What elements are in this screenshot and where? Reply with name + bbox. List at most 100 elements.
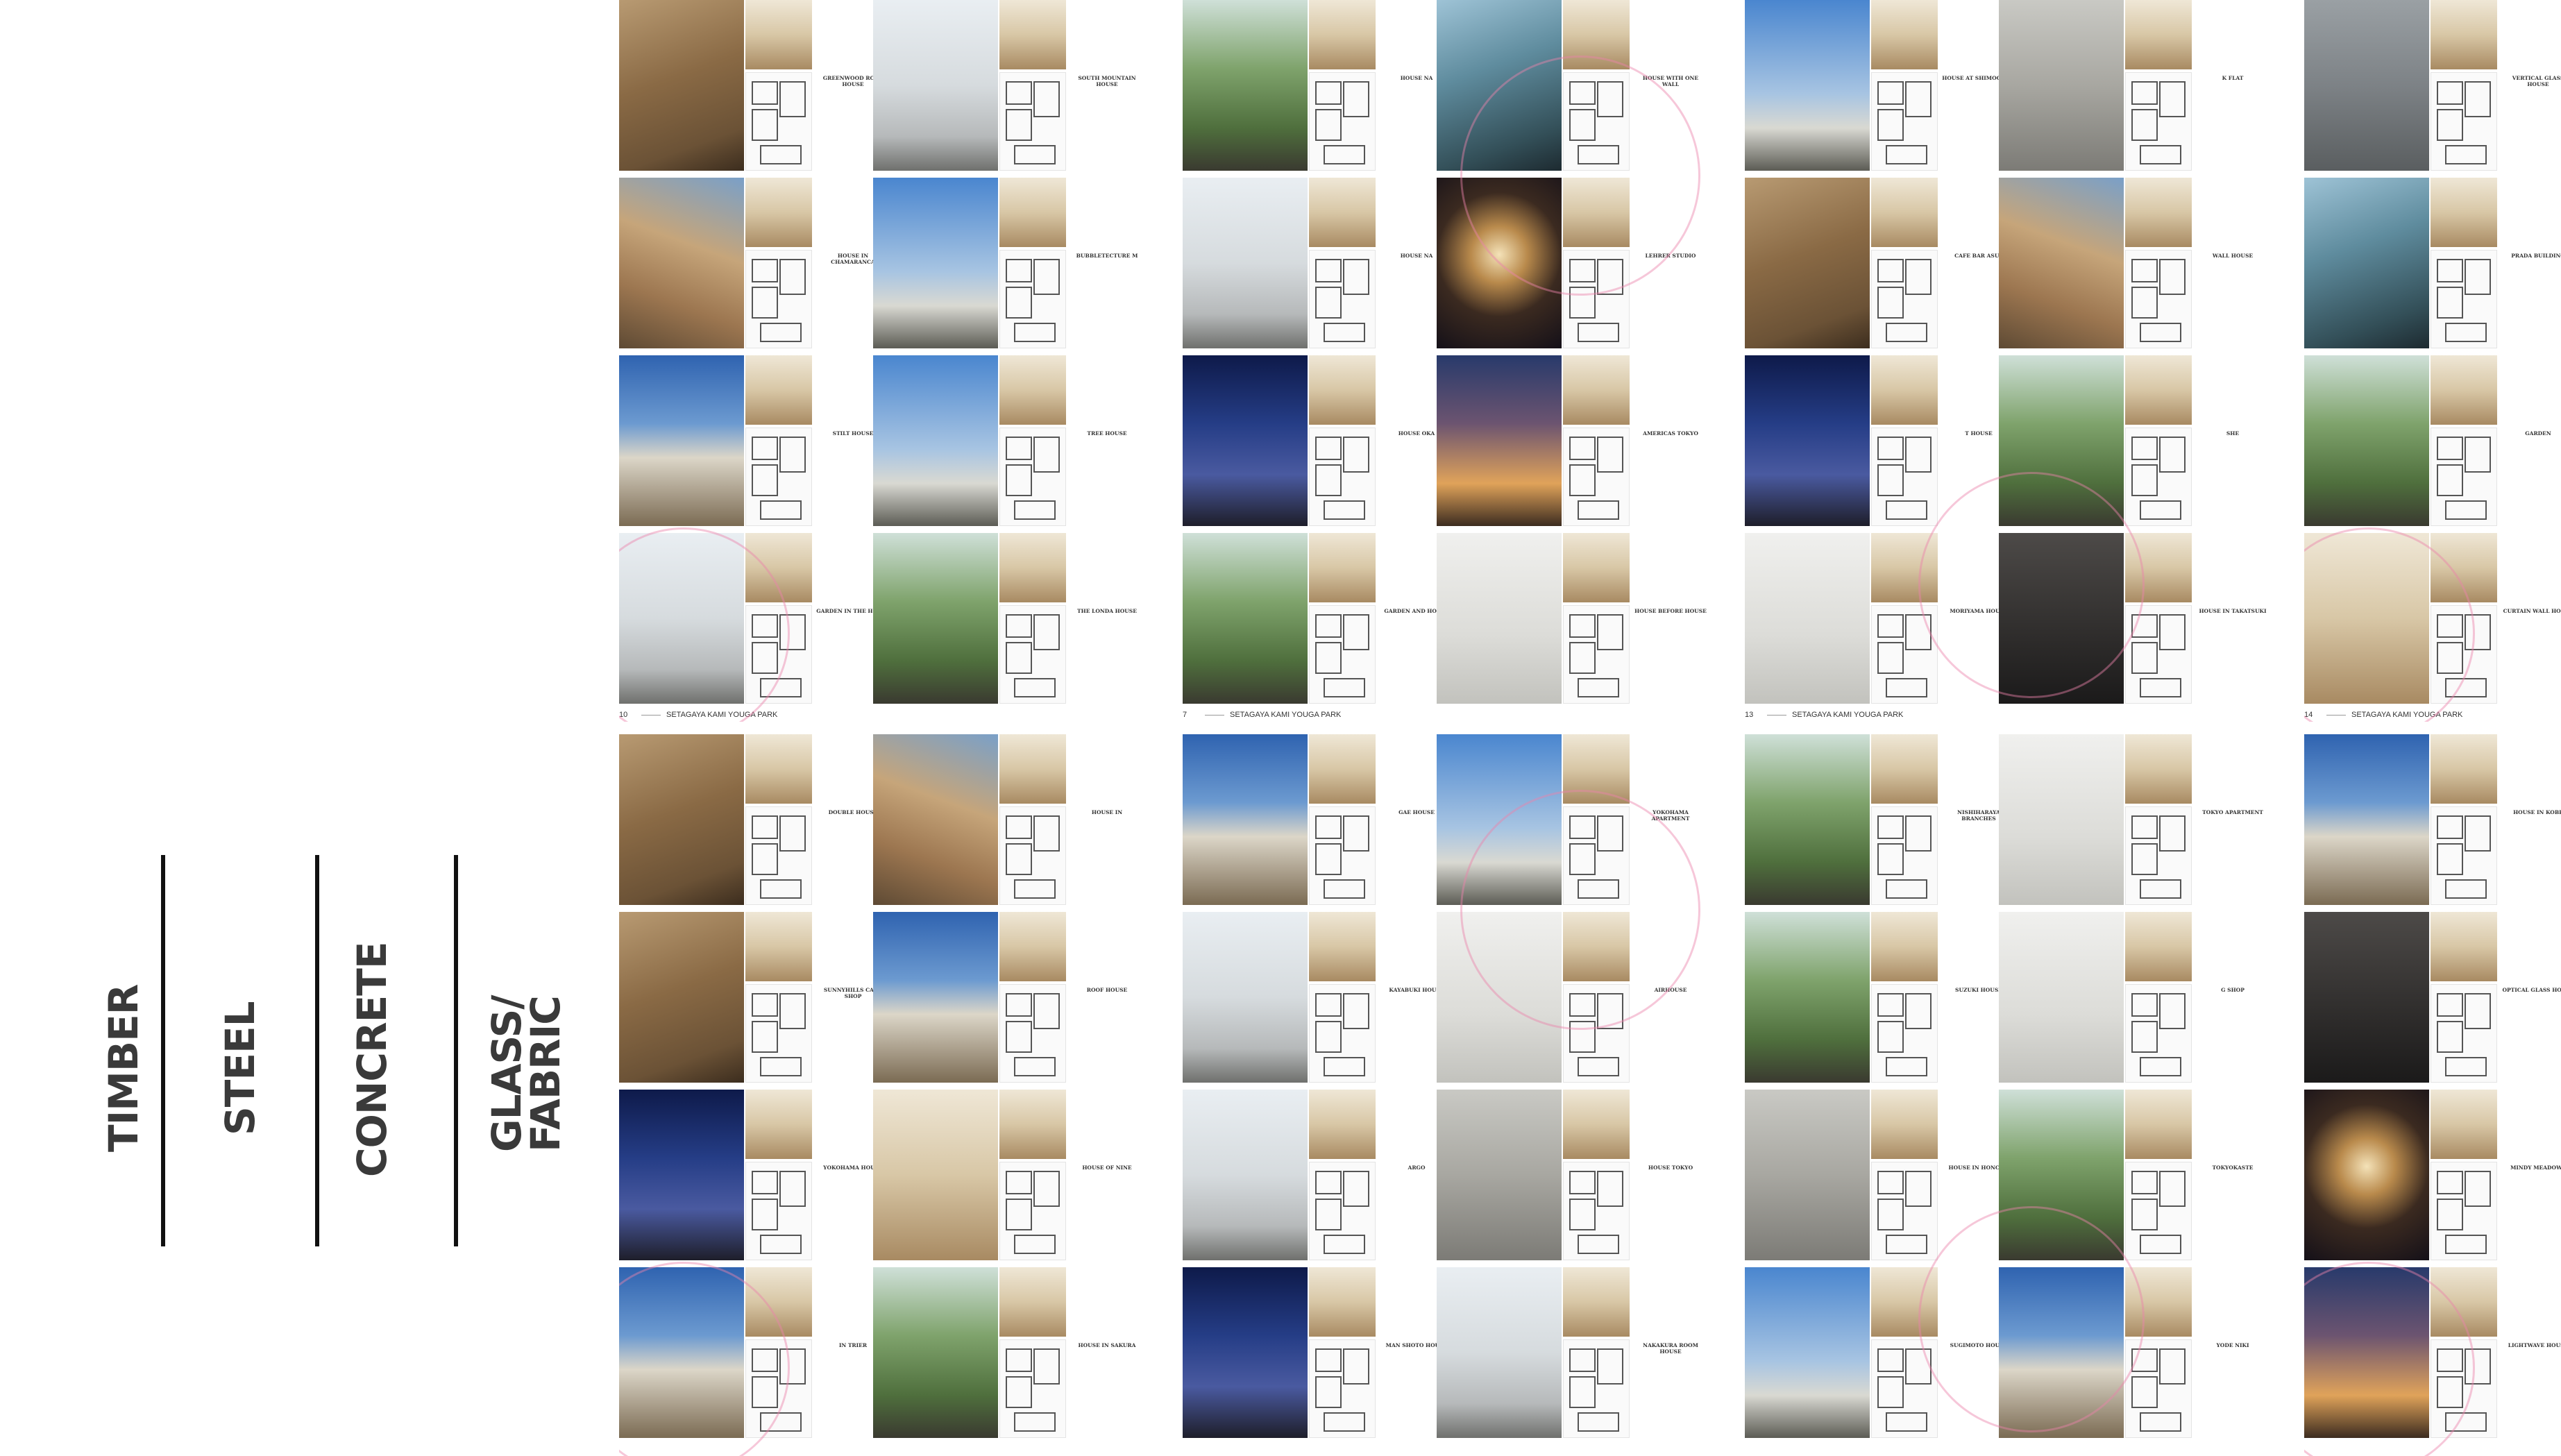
project-caption: HOUSE IN KOBE <box>2501 809 2561 817</box>
project-title: AMERICAS TOKYO <box>1643 430 1698 437</box>
category-divider-3 <box>454 855 458 1246</box>
footer-title: SETAGAYA KAMI YOUGA PARK <box>1792 711 1904 719</box>
interior-thumbnail <box>2431 533 2497 602</box>
project-entry: THE LONDA HOUSE <box>873 533 1147 705</box>
project-entry: GARDEN <box>2304 355 2561 527</box>
project-title: HOUSE IN KOBE <box>2513 809 2561 815</box>
project-photo <box>1437 1267 1562 1438</box>
footer-rule <box>1205 714 1224 716</box>
project-photo <box>1999 533 2124 704</box>
project-photo <box>1183 355 1308 526</box>
project-title: THE LONDA HOUSE <box>1077 608 1137 614</box>
project-entry: YODE NIKI <box>1999 1267 2272 1439</box>
interior-thumbnail <box>2125 533 2192 602</box>
project-photo <box>2304 1090 2429 1260</box>
floor-plan-drawing <box>999 806 1066 905</box>
project-entry: HOUSE OKA <box>1183 355 1457 527</box>
project-entry: ARGO <box>1183 1090 1457 1262</box>
catalog-spread: DOUBLE HOUSE SUNNYHILLS CAKE SHOP YOKOHAMA… <box>619 734 1147 1456</box>
project-photo <box>2304 912 2429 1083</box>
project-photo <box>619 912 744 1083</box>
project-entry: LIGHTWAVE HOUSE <box>2304 1267 2561 1439</box>
floor-plan-drawing <box>745 1162 812 1260</box>
footer-title: SETAGAYA KAMI YOUGA PARK <box>2351 711 2463 719</box>
category-label-steel: STEEL <box>217 1001 264 1135</box>
floor-plan-drawing <box>2431 605 2497 704</box>
project-title: K FLAT <box>2222 75 2244 81</box>
interior-thumbnail <box>2431 912 2497 981</box>
project-photo <box>2304 355 2429 526</box>
project-entry: SUNNYHILLS CAKE SHOP <box>619 912 893 1084</box>
project-entry: GAE HOUSE <box>1183 734 1457 906</box>
project-photo <box>619 734 744 905</box>
interior-thumbnail <box>745 178 812 247</box>
interior-thumbnail <box>1871 0 1938 69</box>
project-title: YOKOHAMA APARTMENT <box>1651 809 1690 822</box>
interior-thumbnail <box>1309 178 1376 247</box>
interior-thumbnail <box>2125 178 2192 247</box>
project-entry: CAFE BAR ASUS <box>1745 178 2019 350</box>
project-entry: G SHOP <box>1999 912 2272 1084</box>
interior-thumbnail <box>1309 533 1376 602</box>
project-caption: HOUSE TOKYO <box>1634 1165 1707 1172</box>
floor-plan-drawing <box>2431 428 2497 526</box>
floor-plan-drawing <box>1309 806 1376 905</box>
floor-plan-drawing <box>1563 1162 1630 1260</box>
project-photo <box>1745 533 1870 704</box>
project-photo <box>1745 0 1870 171</box>
project-entry: AMERICAS TOKYO <box>1437 355 1710 527</box>
floor-plan-drawing <box>1563 1339 1630 1438</box>
project-photo <box>873 1267 998 1438</box>
interior-thumbnail <box>2125 355 2192 425</box>
project-entry: DOUBLE HOUSE <box>619 734 893 906</box>
floor-plan-drawing <box>1871 984 1938 1083</box>
project-photo <box>1437 734 1562 905</box>
project-caption: TOKYO APARTMENT <box>2196 809 2270 817</box>
project-title: OPTICAL GLASS HOUSE <box>2502 987 2561 993</box>
project-caption: BUBBLETECTURE M <box>1070 253 1144 260</box>
interior-thumbnail <box>1871 1090 1938 1159</box>
floor-plan-drawing <box>1563 72 1630 171</box>
project-entry: TOKYO APARTMENT <box>1999 734 2272 906</box>
project-photo <box>873 178 998 348</box>
project-entry: WALL HOUSE <box>1999 178 2272 350</box>
floor-plan-drawing <box>2125 605 2192 704</box>
interior-thumbnail <box>745 355 812 425</box>
project-title: HOUSE BEFORE HOUSE <box>1634 608 1707 614</box>
project-caption: SHE <box>2196 430 2270 438</box>
project-entry: HOUSE IN CHAMARANCA <box>619 178 893 350</box>
interior-thumbnail <box>1309 0 1376 69</box>
interior-thumbnail <box>2431 734 2497 804</box>
project-entry: GARDEN AND HOUSE <box>1183 533 1457 705</box>
project-title: TOKYOKASTE <box>2212 1165 2254 1171</box>
project-entry: HOUSE AT SHIMOGAMO <box>1745 0 2019 172</box>
project-photo <box>2304 734 2429 905</box>
category-label-concrete: CONCRETE <box>348 942 396 1177</box>
interior-thumbnail <box>1563 533 1630 602</box>
floor-plan-drawing <box>745 428 812 526</box>
project-photo <box>1183 1090 1308 1260</box>
floor-plan-drawing <box>2125 1339 2192 1438</box>
project-caption: LIGHTWAVE HOUSE <box>2501 1342 2561 1350</box>
floor-plan-drawing <box>1871 1162 1938 1260</box>
footer-rule <box>1767 714 1786 716</box>
project-photo <box>1437 912 1562 1083</box>
floor-plan-drawing <box>1871 72 1938 171</box>
interior-thumbnail <box>2125 0 2192 69</box>
project-title: SOUTH MOUNTAIN HOUSE <box>1078 75 1136 87</box>
project-photo <box>1183 1267 1308 1438</box>
floor-plan-drawing <box>1563 250 1630 348</box>
project-title: BUBBLETECTURE M <box>1076 253 1138 259</box>
interior-thumbnail <box>745 1267 812 1337</box>
project-photo <box>1999 178 2124 348</box>
floor-plan-drawing <box>999 428 1066 526</box>
interior-thumbnail <box>999 1090 1066 1159</box>
project-entry: HOUSE IN <box>873 734 1147 906</box>
footer-rule <box>641 714 661 716</box>
interior-thumbnail <box>999 0 1066 69</box>
project-caption: TOKYOKASTE <box>2196 1165 2270 1172</box>
floor-plan-drawing <box>745 250 812 348</box>
interior-thumbnail <box>1309 1090 1376 1159</box>
floor-plan-drawing <box>2431 1339 2497 1438</box>
project-photo <box>1437 533 1562 704</box>
